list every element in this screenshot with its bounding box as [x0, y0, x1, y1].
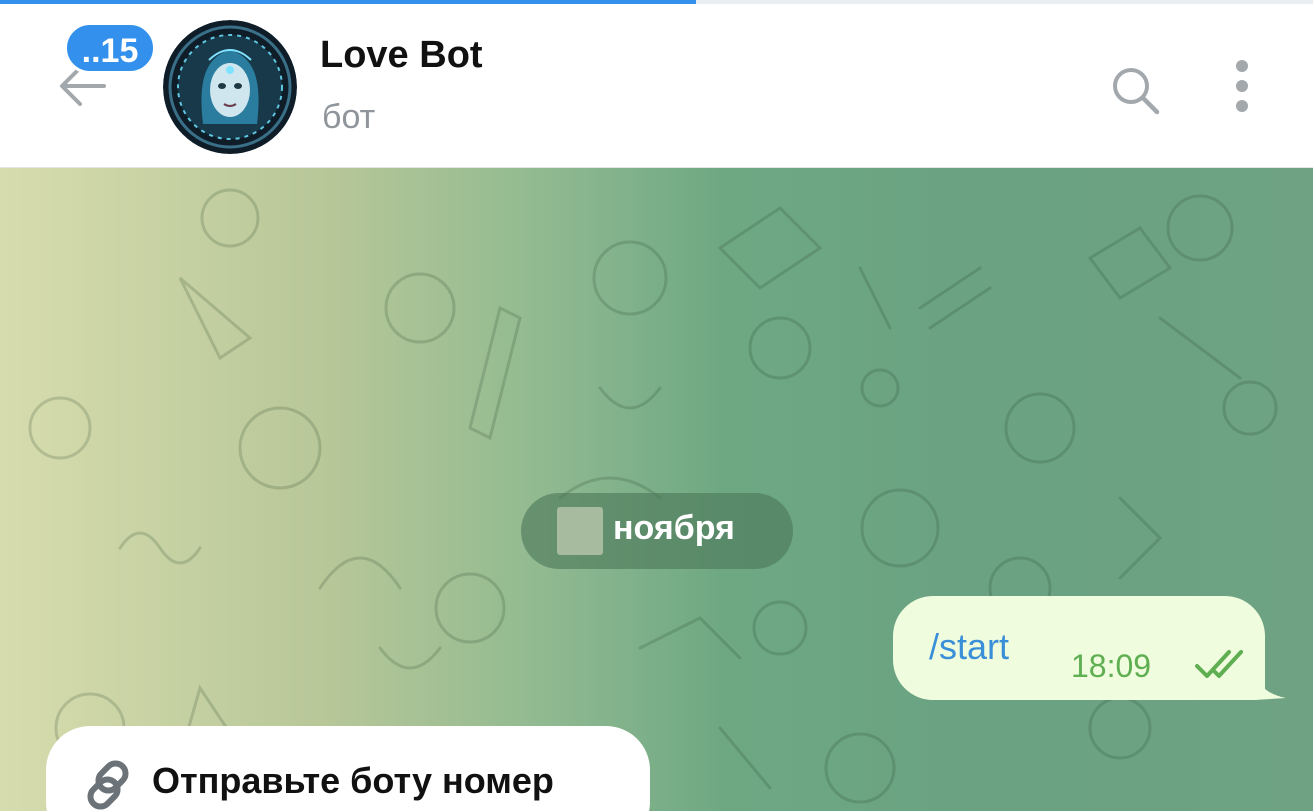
date-day-redacted — [557, 507, 603, 555]
outgoing-message-bubble[interactable]: /start 18:09 — [893, 596, 1265, 700]
search-button[interactable] — [1100, 54, 1172, 126]
double-check-icon — [1195, 650, 1243, 678]
more-options-button[interactable] — [1218, 54, 1266, 126]
chat-header: ..15 Love Bot бот — [0, 4, 1313, 168]
date-separator: ноября — [521, 493, 793, 569]
message-text: Отправьте боту номер — [152, 760, 554, 801]
more-vertical-icon — [1236, 60, 1248, 112]
bot-avatar[interactable] — [163, 20, 297, 154]
search-icon — [1113, 68, 1160, 115]
chat-wallpaper-pattern — [28, 188, 1278, 804]
outgoing-bubble-tail — [1254, 666, 1286, 700]
link-icon — [87, 760, 129, 810]
chat-title[interactable]: Love Bot — [320, 34, 483, 77]
chat-area[interactable]: ноября /start 18:09 Отправьте боту номер — [0, 168, 1313, 811]
chat-subtitle: бот — [322, 98, 376, 136]
message-text[interactable]: /start — [929, 626, 1009, 668]
unread-count-badge: ..15 — [64, 22, 156, 74]
message-time: 18:09 — [1071, 648, 1152, 684]
incoming-message-bubble[interactable]: Отправьте боту номер — [46, 726, 650, 811]
date-label: ноября — [613, 509, 735, 547]
bot-avatar-image — [163, 20, 297, 154]
